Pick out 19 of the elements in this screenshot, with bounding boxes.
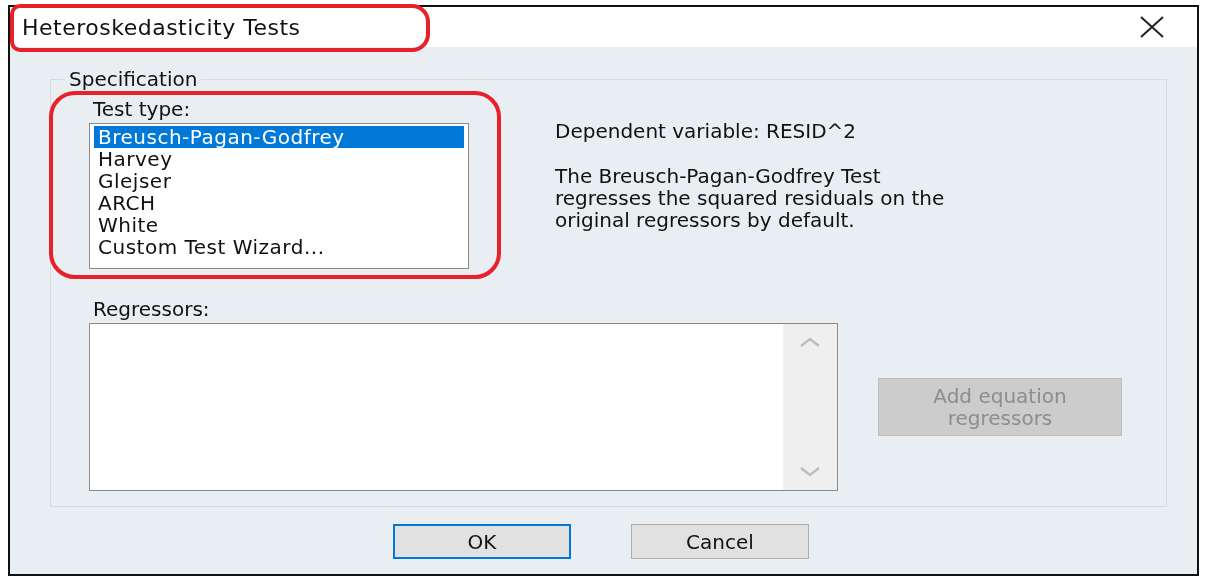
list-item[interactable]: Breusch-Pagan-Godfrey <box>94 126 464 148</box>
list-item[interactable]: ARCH <box>94 192 464 214</box>
test-type-list[interactable]: Breusch-Pagan-Godfrey Harvey Glejser ARCH White Custom Test Wizard... <box>89 123 469 269</box>
cancel-button[interactable]: Cancel <box>631 524 809 559</box>
list-item[interactable]: Glejser <box>94 170 464 192</box>
ok-button[interactable]: OK <box>393 524 571 559</box>
list-item[interactable]: Harvey <box>94 148 464 170</box>
scrollbar[interactable] <box>783 324 837 490</box>
group-legend: Specification <box>65 69 202 89</box>
list-item[interactable]: Custom Test Wizard... <box>94 236 464 258</box>
description-text: The Breusch-Pagan-Godfrey Test regresses the squared residuals on the original regressors by default. <box>555 165 945 231</box>
scroll-up-icon[interactable] <box>799 336 821 348</box>
field-label: Regressors: <box>93 297 211 321</box>
window-title: Heteroskedasticity Tests <box>22 14 301 40</box>
list-item[interactable]: White <box>94 214 464 236</box>
field-label: Test type: <box>93 97 192 121</box>
dependent-variable-text: Dependent variable: RESID^2 <box>555 119 858 143</box>
scroll-down-icon[interactable] <box>799 466 821 478</box>
regressors-field[interactable] <box>89 323 838 491</box>
